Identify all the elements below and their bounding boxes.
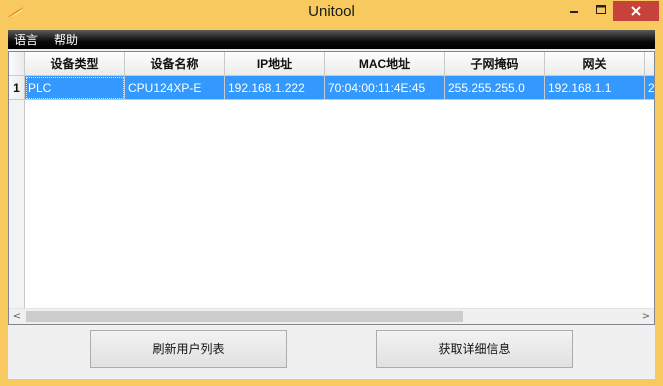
column-header-mac[interactable]: MAC地址: [325, 52, 445, 76]
column-header-device-name[interactable]: 设备名称: [125, 52, 225, 76]
maximize-icon: [596, 5, 606, 14]
horizontal-scrollbar[interactable]: < >: [9, 308, 654, 324]
menu-help[interactable]: 帮助: [54, 31, 78, 48]
cell-gateway[interactable]: 192.168.1.1: [545, 76, 645, 100]
client-area: 设备类型 设备名称 IP地址 MAC地址 子网掩码 网关 1 PLC CPU12…: [8, 49, 655, 379]
column-header-subnet[interactable]: 子网掩码: [445, 52, 545, 76]
app-window: Unitool 语言 帮助 设备类型 设备名称 IP地址 MAC地址 子网掩码 …: [0, 0, 663, 386]
get-details-button[interactable]: 获取详细信息: [376, 330, 573, 368]
title-bar[interactable]: Unitool: [0, 0, 663, 28]
cell-device-name[interactable]: CPU124XP-E: [125, 76, 225, 100]
cell-mac[interactable]: 70:04:00:11:4E:45: [325, 76, 445, 100]
close-button[interactable]: [613, 1, 659, 21]
menu-language[interactable]: 语言: [14, 31, 38, 48]
refresh-user-list-button[interactable]: 刷新用户列表: [90, 330, 287, 368]
table-header: 设备类型 设备名称 IP地址 MAC地址 子网掩码 网关: [9, 52, 654, 76]
column-header-device-type[interactable]: 设备类型: [25, 52, 125, 76]
device-table[interactable]: 设备类型 设备名称 IP地址 MAC地址 子网掩码 网关 1 PLC CPU12…: [8, 51, 655, 325]
cell-subnet[interactable]: 255.255.255.0: [445, 76, 545, 100]
minimize-icon: [570, 11, 578, 13]
row-number[interactable]: 1: [9, 76, 25, 100]
corner-header: [9, 52, 25, 76]
cell-ip[interactable]: 192.168.1.222: [225, 76, 325, 100]
scroll-left-icon[interactable]: <: [9, 309, 25, 324]
minimize-button[interactable]: [563, 1, 585, 21]
menu-bar: 语言 帮助: [8, 30, 655, 49]
column-header-ip[interactable]: IP地址: [225, 52, 325, 76]
scroll-right-icon[interactable]: >: [638, 309, 654, 324]
scrollbar-thumb[interactable]: [26, 311, 463, 322]
maximize-button[interactable]: [590, 1, 612, 21]
close-icon: [631, 6, 641, 16]
cell-overflow[interactable]: 2.: [645, 76, 654, 100]
column-header-overflow[interactable]: [645, 52, 654, 76]
row-header-column: [9, 100, 25, 308]
column-header-gateway[interactable]: 网关: [545, 52, 645, 76]
cell-device-type[interactable]: PLC: [25, 76, 125, 100]
